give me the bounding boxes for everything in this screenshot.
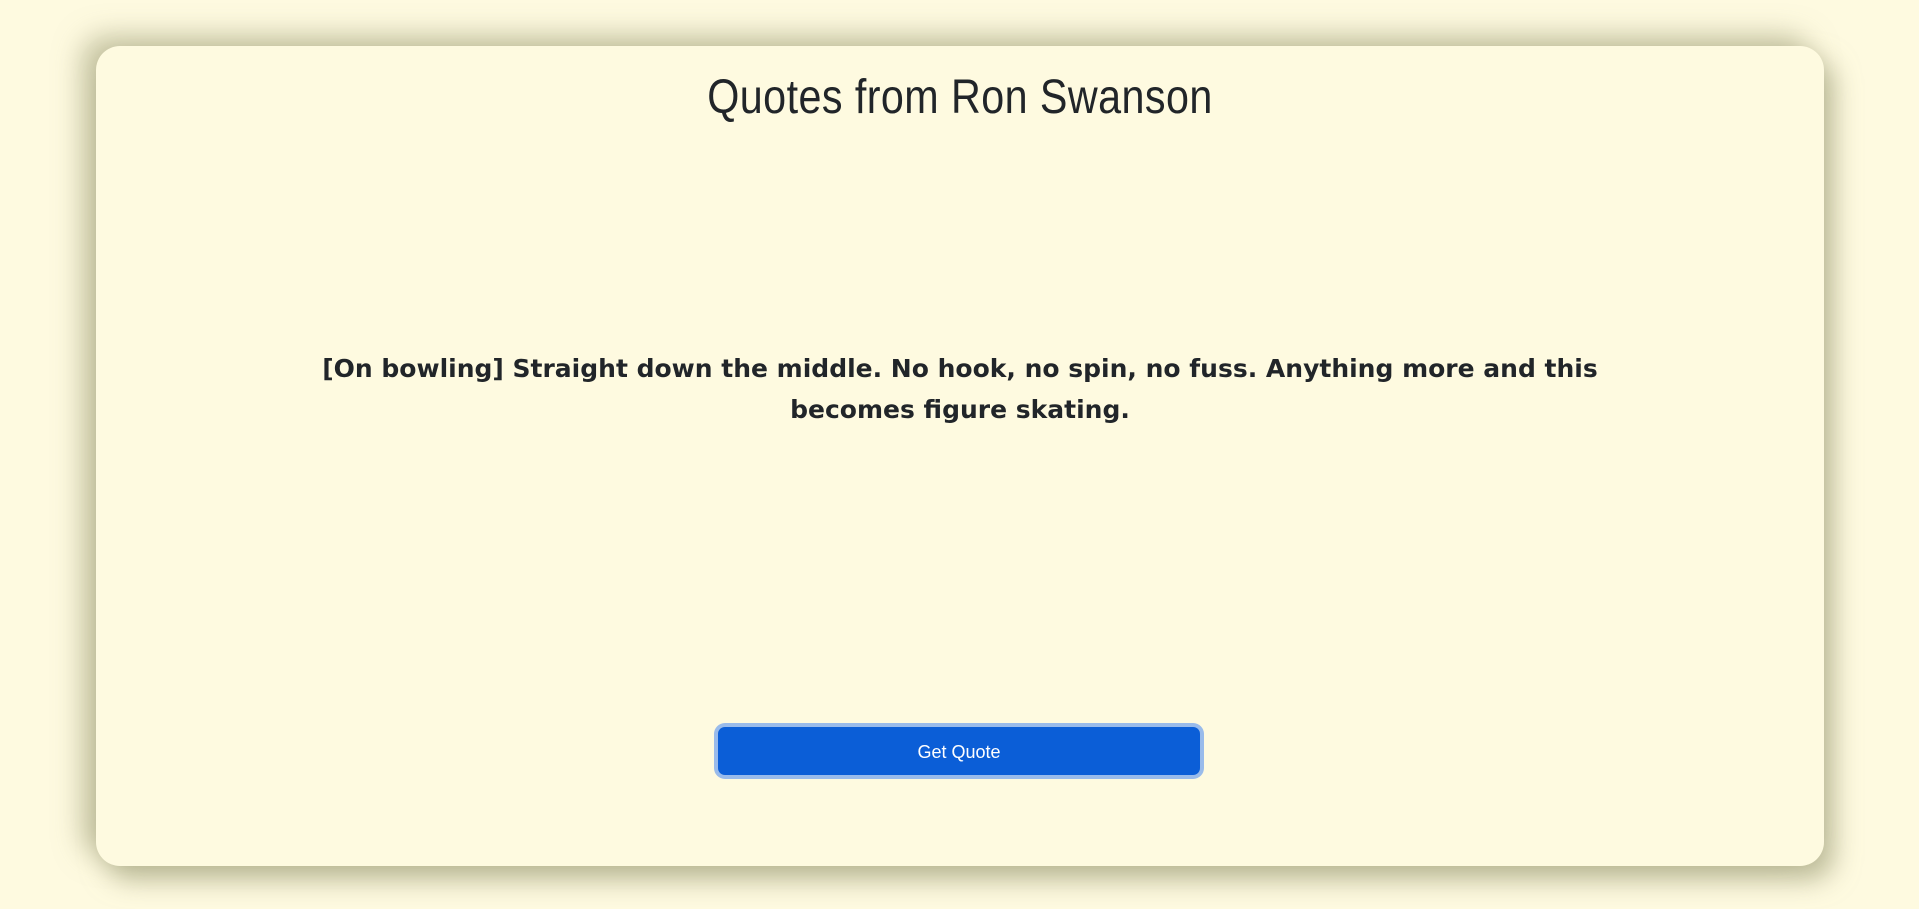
page-title: Quotes from Ron Swanson xyxy=(707,71,1213,124)
quote-card: Quotes from Ron Swanson [On bowling] Str… xyxy=(96,46,1824,866)
get-quote-button[interactable]: Get Quote xyxy=(718,727,1200,775)
quote-text: [On bowling] Straight down the middle. N… xyxy=(322,354,1598,424)
